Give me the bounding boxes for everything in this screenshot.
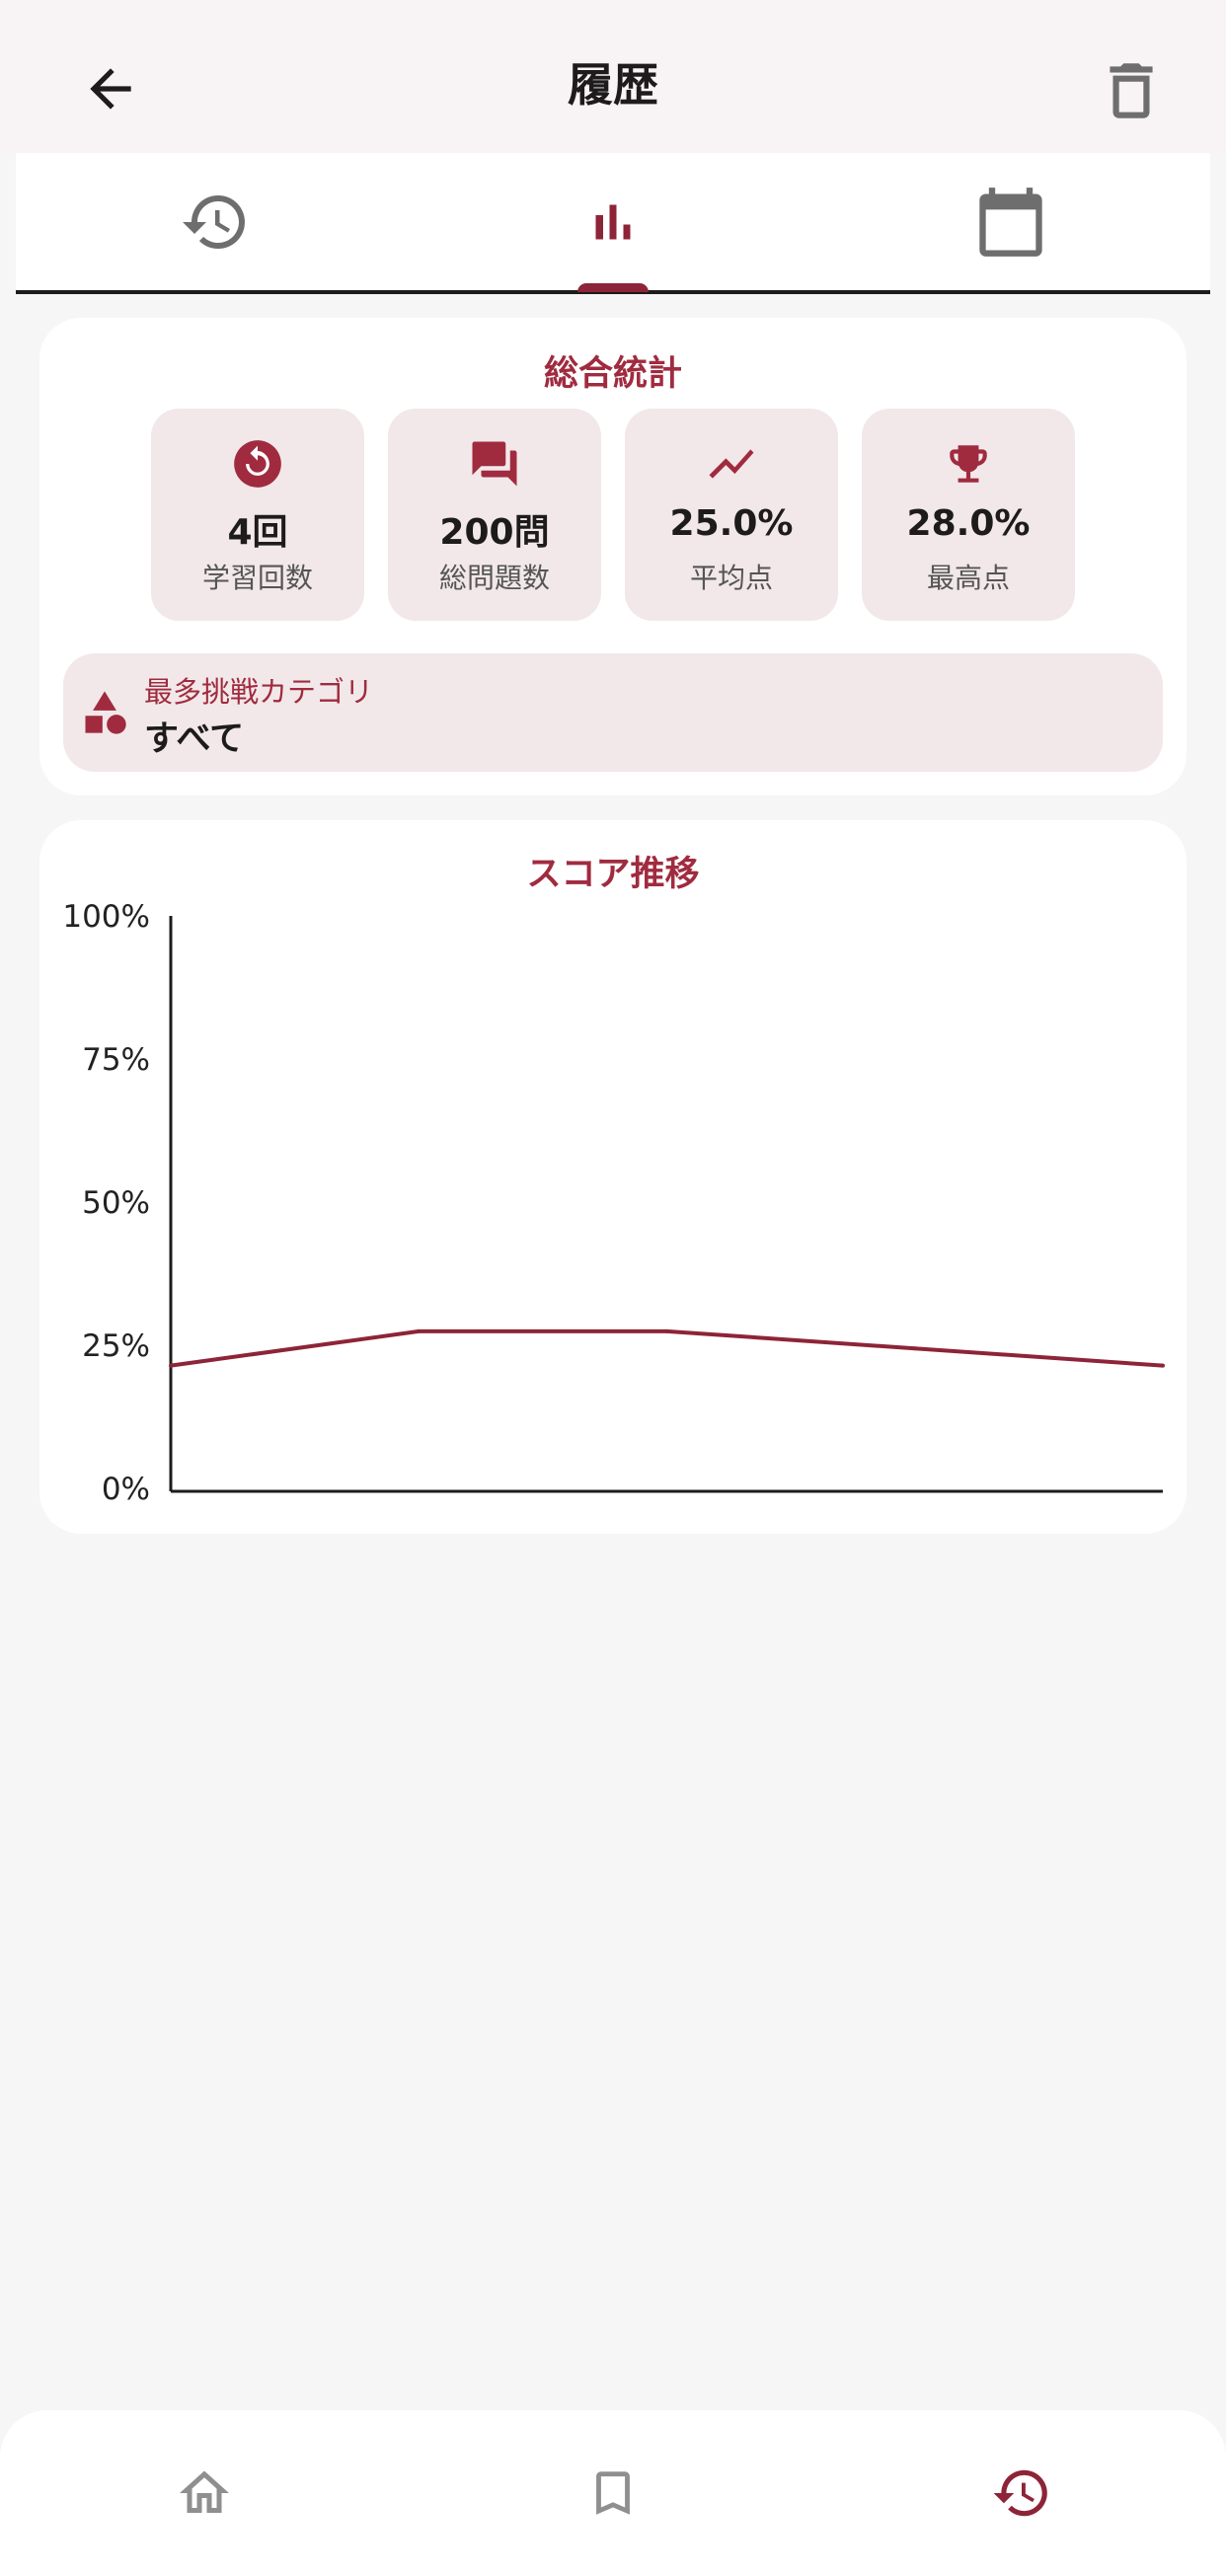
tab-calendar[interactable] xyxy=(811,153,1209,291)
tab-bar xyxy=(16,153,1210,291)
summary-card: 総合統計 4回 学習回数 200問 総問題数 25.0% 平均点 28.0% 最… xyxy=(39,318,1187,796)
stat-value: 28.0% xyxy=(906,503,1031,544)
nav-bookmarks[interactable] xyxy=(409,2410,817,2576)
score-data-point xyxy=(417,1328,421,1333)
stat-questions: 200問 総問題数 xyxy=(388,409,601,621)
trending-icon xyxy=(709,449,754,479)
top-category-label: 最多挑戦カテゴリ xyxy=(144,675,374,709)
stat-label: 最高点 xyxy=(926,562,1010,594)
bookmark-icon xyxy=(596,2471,630,2515)
stat-sessions: 4回 学習回数 xyxy=(151,409,364,621)
top-category-value: すべて xyxy=(144,720,245,759)
score-chart-card: スコア推移 100% 75% 50% 25% 0% xyxy=(39,820,1187,1534)
home-icon xyxy=(180,2470,229,2513)
stat-average: 25.0% 平均点 xyxy=(625,409,838,621)
score-line-chart xyxy=(169,916,1165,1493)
nav-home[interactable] xyxy=(0,2410,409,2576)
score-series-line xyxy=(170,1328,1164,1368)
chat-icon xyxy=(472,441,517,487)
stat-value: 200問 xyxy=(439,512,550,553)
page-title: 履歴 xyxy=(568,58,658,112)
stat-label: 学習回数 xyxy=(201,562,313,594)
stat-best: 28.0% 最高点 xyxy=(862,409,1075,621)
tab-statistics[interactable] xyxy=(414,153,811,291)
app-bar: 履歴 xyxy=(0,0,1226,153)
calendar-icon xyxy=(978,188,1042,257)
delete-button[interactable] xyxy=(1090,49,1173,132)
stat-value: 4回 xyxy=(227,512,288,553)
nav-history[interactable] xyxy=(817,2410,1226,2576)
tab-history[interactable] xyxy=(16,153,414,291)
top-category-box: 最多挑戦カテゴリ すべて xyxy=(63,653,1163,772)
tab-selected-indicator xyxy=(577,283,649,292)
stat-value: 25.0% xyxy=(669,503,794,544)
history-icon xyxy=(993,2469,1047,2517)
score-data-point xyxy=(169,1363,173,1368)
bottom-navigation xyxy=(0,2410,1226,2576)
trash-icon xyxy=(1110,63,1153,118)
score-data-point xyxy=(664,1328,669,1333)
history-icon xyxy=(182,195,245,250)
bar-chart-icon xyxy=(595,204,630,240)
stat-label: 平均点 xyxy=(689,562,773,594)
score-data-point xyxy=(1161,1363,1165,1368)
stat-label: 総問題数 xyxy=(438,562,550,594)
trophy-icon xyxy=(950,445,987,483)
category-icon xyxy=(85,691,126,734)
score-data-point xyxy=(912,1346,917,1351)
replay-icon xyxy=(234,440,281,488)
summary-title: 総合統計 xyxy=(543,354,682,394)
